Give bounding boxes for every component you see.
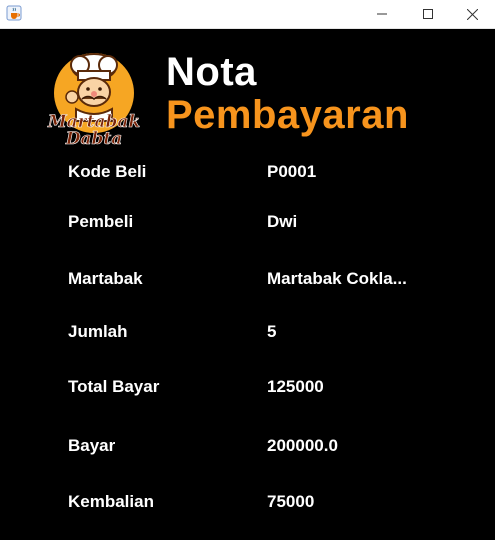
jumlah-value: 5 — [267, 322, 277, 341]
kode-beli-value: P0001 — [267, 162, 317, 181]
martabak-value: Martabak Cokla... — [267, 269, 407, 288]
svg-text:Dabta: Dabta — [65, 129, 123, 149]
window-titlebar — [0, 0, 495, 29]
maximize-icon — [423, 9, 433, 19]
jumlah-label: Jumlah — [68, 322, 128, 341]
martabak-label: Martabak — [68, 269, 143, 288]
minimize-button[interactable] — [359, 0, 405, 28]
page-title-line2: Pembayaran — [166, 93, 409, 137]
maximize-button[interactable] — [405, 0, 451, 28]
bayar-label: Bayar — [68, 436, 116, 455]
receipt-panel: Martabak Dabta Nota Pembayaran Kode Beli… — [0, 29, 495, 540]
kembalian-label: Kembalian — [68, 492, 154, 511]
pembeli-value: Dwi — [267, 212, 298, 231]
pembeli-label: Pembeli — [68, 212, 134, 231]
java-cup-icon — [6, 5, 22, 21]
martabak-dabta-logo: Martabak Dabta — [47, 53, 140, 149]
page-title-line1: Nota — [166, 50, 257, 94]
close-icon — [466, 8, 478, 20]
kode-beli-label: Kode Beli — [68, 162, 147, 181]
close-button[interactable] — [449, 0, 495, 28]
total-bayar-value: 125000 — [267, 377, 324, 396]
minimize-icon — [377, 13, 387, 15]
total-bayar-label: Total Bayar — [68, 377, 160, 396]
kembalian-value: 75000 — [267, 492, 315, 511]
bayar-value: 200000.0 — [267, 436, 338, 455]
